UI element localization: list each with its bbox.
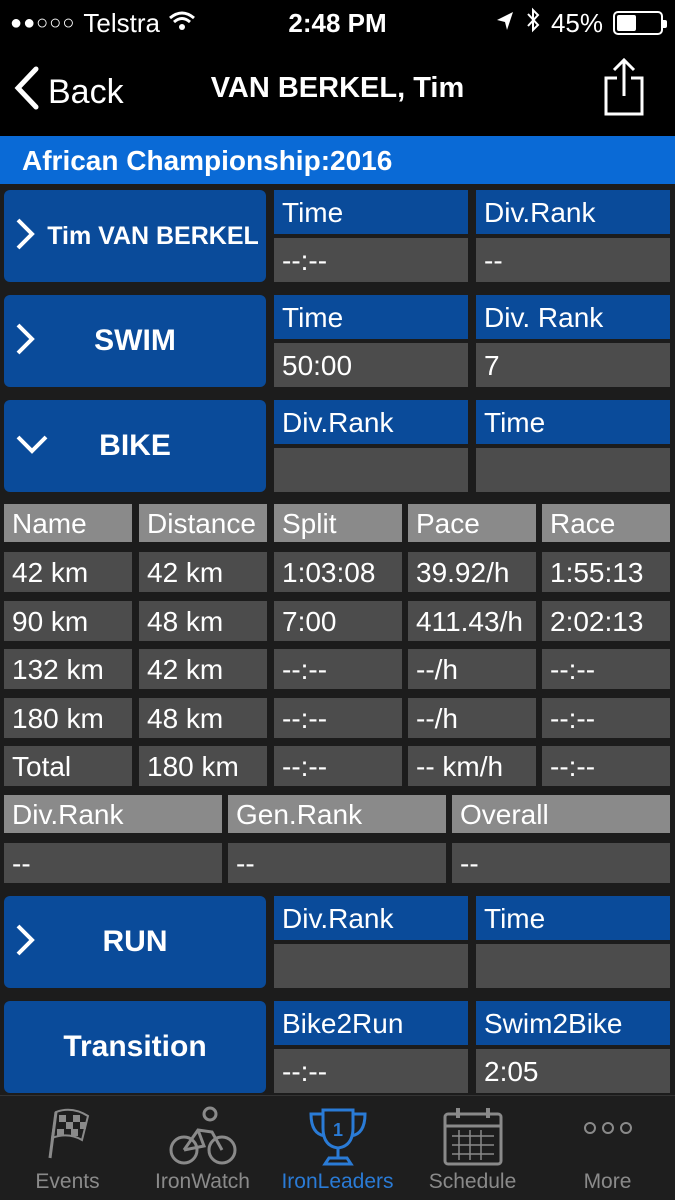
event-banner: African Championship:2016 — [0, 136, 675, 184]
run-time-value — [476, 944, 670, 988]
transition-swim2bike-value: 2:05 — [476, 1049, 670, 1093]
athlete-divrank-header: Div.Rank — [476, 190, 670, 234]
splits-table-cell: --:-- — [274, 746, 402, 786]
tab-more[interactable]: More — [540, 1096, 675, 1200]
status-bar: ●●○○○ Telstra 2:48 PM 45% — [0, 0, 675, 46]
tab-more-label: More — [583, 1170, 632, 1193]
athlete-divrank-value: -- — [476, 238, 670, 282]
bike-section-button[interactable]: BIKE — [4, 400, 266, 492]
tab-events[interactable]: Events — [0, 1096, 135, 1200]
battery-level-fill — [617, 15, 636, 31]
splits-table-cell: -- km/h — [408, 746, 536, 786]
chevron-right-icon — [14, 216, 36, 257]
bike-divrank-label: Div.Rank — [4, 795, 222, 833]
transition-bike2run-header: Bike2Run — [274, 1001, 468, 1045]
splits-table-cell: 90 km — [4, 600, 132, 641]
bike-genrank-label: Gen.Rank — [228, 795, 446, 833]
splits-table-cell: --:-- — [274, 697, 402, 738]
splits-column-header: Split — [274, 504, 402, 542]
bike-genrank-value: -- — [228, 843, 446, 883]
swim-divrank-value: 7 — [476, 343, 670, 387]
navigation-bar: Back VAN BERKEL, Tim — [0, 46, 675, 136]
splits-table-cell: 411.43/h — [408, 600, 536, 641]
splits-table-cell: 39.92/h — [408, 552, 536, 592]
share-button[interactable] — [603, 57, 645, 121]
swim-label: SWIM — [94, 324, 176, 357]
battery-icon — [613, 11, 667, 35]
calendar-icon — [405, 1106, 540, 1168]
splits-table-cell: 42 km — [139, 552, 267, 592]
tab-ironleaders[interactable]: 1 IronLeaders — [270, 1096, 405, 1200]
splits-table-cell: 2:02:13 — [542, 600, 670, 641]
tab-ironleaders-label: IronLeaders — [281, 1170, 394, 1193]
splits-table-cell: --/h — [408, 649, 536, 689]
splits-table-cell: 7:00 — [274, 600, 402, 641]
bike-divrank-rank-value: -- — [4, 843, 222, 883]
run-time-header: Time — [476, 896, 670, 940]
bike-divrank-value — [274, 448, 468, 492]
splits-table-cell: --:-- — [274, 649, 402, 689]
tab-ironwatch[interactable]: IronWatch — [135, 1096, 270, 1200]
splits-table-cell: 1:03:08 — [274, 552, 402, 592]
tab-ironwatch-label: IronWatch — [155, 1170, 250, 1193]
splits-table-cell: --:-- — [542, 746, 670, 786]
splits-column-header: Distance — [139, 504, 267, 542]
bluetooth-icon — [525, 7, 541, 40]
swim-divrank-header: Div. Rank — [476, 295, 670, 339]
run-divrank-value — [274, 944, 468, 988]
athlete-time-header: Time — [274, 190, 468, 234]
transition-section-button[interactable]: Transition — [4, 1001, 266, 1093]
bike-time-header: Time — [476, 400, 670, 444]
battery-percent: 45% — [550, 7, 603, 38]
swim-time-header: Time — [274, 295, 468, 339]
splits-table-cell: 48 km — [139, 697, 267, 738]
splits-table-cell: Total — [4, 746, 132, 786]
splits-table-cell: 1:55:13 — [542, 552, 670, 592]
transition-label: Transition — [63, 1030, 207, 1063]
splits-column-header: Race — [542, 504, 670, 542]
svg-text:1: 1 — [332, 1120, 342, 1140]
tab-schedule[interactable]: Schedule — [405, 1096, 540, 1200]
more-dots-icon — [540, 1120, 675, 1136]
splits-table-cell: --/h — [408, 697, 536, 738]
athlete-name-button[interactable]: Tim VAN BERKEL — [4, 190, 266, 282]
checkered-flag-icon — [0, 1106, 135, 1162]
swim-time-value: 50:00 — [274, 343, 468, 387]
share-icon — [603, 57, 645, 120]
transition-swim2bike-header: Swim2Bike — [476, 1001, 670, 1045]
tab-bar: Events IronWatch 1 IronLeaders Schedule … — [0, 1095, 675, 1200]
tab-schedule-label: Schedule — [428, 1170, 517, 1193]
splits-table-cell: 180 km — [4, 697, 132, 738]
splits-table-cell: --:-- — [542, 649, 670, 689]
run-section-button[interactable]: RUN — [4, 896, 266, 988]
cyclist-icon — [135, 1106, 270, 1166]
splits-table-cell: --:-- — [542, 697, 670, 738]
run-label: RUN — [102, 925, 168, 958]
bike-time-value — [476, 448, 670, 492]
splits-table-cell: 42 km — [4, 552, 132, 592]
bike-label: BIKE — [99, 429, 171, 462]
splits-table-cell: 132 km — [4, 649, 132, 689]
splits-table-cell: 180 km — [139, 746, 267, 786]
splits-table-cell: 48 km — [139, 600, 267, 641]
splits-column-header: Name — [4, 504, 132, 542]
athlete-name-label: Tim VAN BERKEL — [47, 221, 259, 250]
bike-divrank-header: Div.Rank — [274, 400, 468, 444]
swim-section-button[interactable]: SWIM — [4, 295, 266, 387]
bike-overall-value: -- — [452, 843, 670, 883]
status-right: 45% — [495, 7, 667, 40]
tab-events-label: Events — [35, 1170, 100, 1193]
athlete-time-value: --:-- — [274, 238, 468, 282]
splits-table-cell: 42 km — [139, 649, 267, 689]
bike-overall-label: Overall — [452, 795, 670, 833]
splits-column-header: Pace — [408, 504, 536, 542]
page-title: VAN BERKEL, Tim — [210, 72, 465, 104]
run-divrank-header: Div.Rank — [274, 896, 468, 940]
trophy-icon: 1 — [270, 1106, 405, 1168]
location-arrow-icon — [495, 8, 515, 39]
transition-bike2run-value: --:-- — [274, 1049, 468, 1093]
